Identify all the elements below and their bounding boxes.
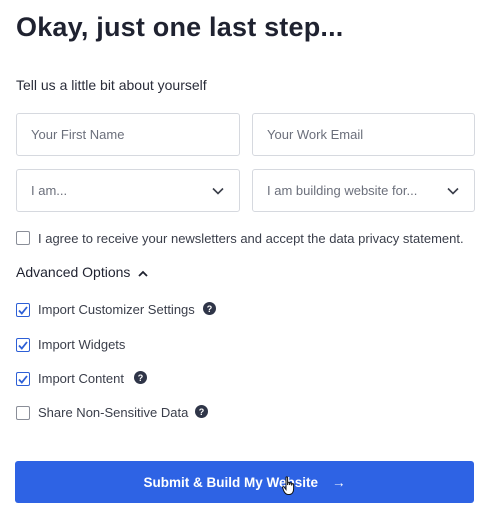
page-title: Okay, just one last step... <box>16 12 344 42</box>
import-customizer-checkbox[interactable] <box>16 303 30 317</box>
newsletter-consent-checkbox[interactable] <box>16 231 30 245</box>
hand-cursor-icon <box>282 476 295 495</box>
arrow-right-icon: → <box>332 474 346 490</box>
first-name-input[interactable] <box>31 127 225 142</box>
advanced-options-toggle[interactable]: Advanced Options <box>16 264 149 280</box>
import-widgets-label: Import Widgets <box>38 337 126 352</box>
chevron-down-icon <box>211 184 225 198</box>
purpose-select[interactable]: I am building website for... <box>252 169 475 212</box>
form-subtitle: Tell us a little bit about yourself <box>16 77 207 93</box>
role-select-value: I am... <box>31 183 68 198</box>
checkmark-icon <box>18 340 28 350</box>
share-data-label: Share Non-Sensitive Data <box>38 405 189 420</box>
checkmark-icon <box>18 374 28 384</box>
role-select[interactable]: I am... <box>16 169 240 212</box>
checkmark-icon <box>18 305 28 315</box>
advanced-options-label: Advanced Options <box>16 264 131 280</box>
import-customizer-label: Import Customizer Settings <box>38 302 195 317</box>
import-content-label: Import Content <box>38 371 124 386</box>
work-email-field[interactable] <box>252 113 475 156</box>
purpose-select-value: I am building website for... <box>267 183 418 198</box>
help-icon[interactable]: ? <box>134 371 147 384</box>
import-content-checkbox[interactable] <box>16 372 30 386</box>
chevron-down-icon <box>446 184 460 198</box>
work-email-input[interactable] <box>267 127 460 142</box>
share-data-checkbox[interactable] <box>16 406 30 420</box>
newsletter-consent-label: I agree to receive your newsletters and … <box>38 231 464 246</box>
help-icon[interactable]: ? <box>203 302 216 315</box>
import-widgets-checkbox[interactable] <box>16 338 30 352</box>
first-name-field[interactable] <box>16 113 240 156</box>
help-icon[interactable]: ? <box>195 405 208 418</box>
chevron-up-icon <box>138 264 149 280</box>
submit-build-website-button[interactable]: Submit & Build My Website → <box>15 461 474 503</box>
